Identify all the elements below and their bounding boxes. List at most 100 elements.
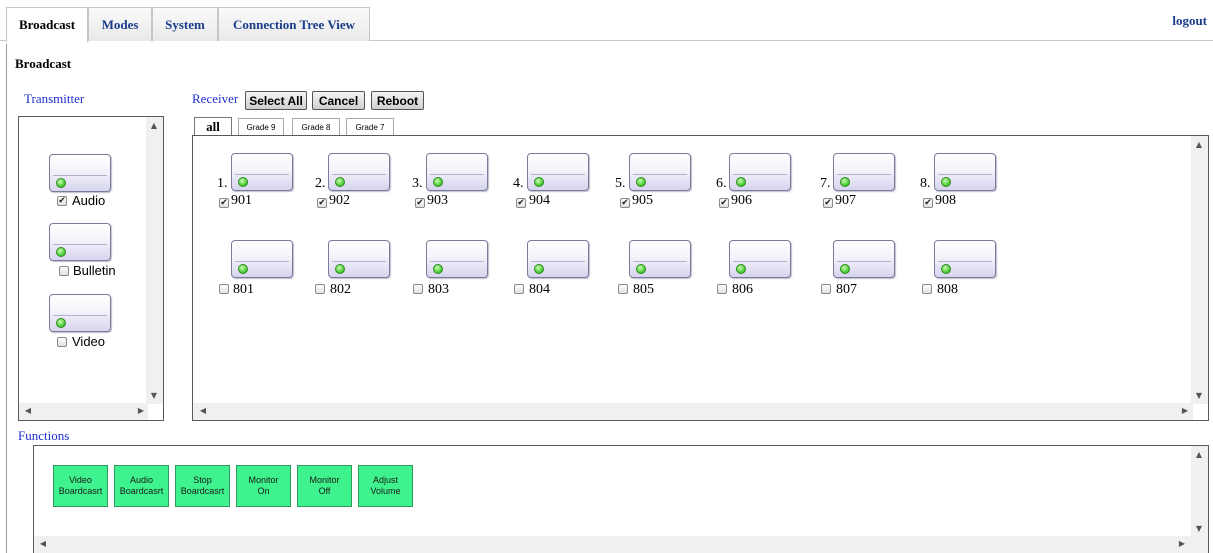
receiver-checkbox-804[interactable] (514, 284, 524, 294)
receiver-checkbox-908[interactable]: ✔ (923, 198, 933, 208)
scroll-down-arrow-icon[interactable]: ▼ (1193, 391, 1205, 400)
adjust-volume-button[interactable]: Adjust Volume (358, 465, 413, 507)
receiver-number: 1. (217, 176, 228, 191)
select-all-button[interactable]: Select All (245, 91, 307, 110)
transmitter-device-video[interactable] (49, 294, 111, 332)
receiver-checkbox-904[interactable]: ✔ (516, 198, 526, 208)
receiver-number: 5. (615, 176, 626, 191)
transmitter-panel[interactable]: ▲ ▼ ◀ ▶ ✔ Audio Bulletin Video (18, 116, 164, 421)
transmitter-device-audio[interactable] (49, 154, 111, 192)
receiver-device-903[interactable] (426, 153, 488, 191)
reboot-button[interactable]: Reboot (371, 91, 424, 110)
page-title: Broadcast (15, 56, 72, 71)
monitor-on-button[interactable]: Monitor On (236, 465, 291, 507)
transmitter-device-bulletin[interactable] (49, 223, 111, 261)
scroll-down-arrow-icon[interactable]: ▼ (1193, 524, 1205, 533)
audio-broadcast-button[interactable]: Audio Boardcasrt (114, 465, 169, 507)
cancel-button[interactable]: Cancel (312, 91, 365, 110)
status-led-icon (736, 177, 746, 187)
button-line-2: On (257, 486, 270, 496)
receiver-device-901[interactable] (231, 153, 293, 191)
bulletin-checkbox[interactable] (59, 266, 69, 276)
scroll-right-arrow-icon[interactable]: ▶ (1179, 406, 1191, 415)
status-led-icon (636, 177, 646, 187)
receiver-device-803[interactable] (426, 240, 488, 278)
receiver-device-905[interactable] (629, 153, 691, 191)
button-line-1: Monitor (309, 475, 340, 485)
video-checkbox[interactable] (57, 337, 67, 347)
scroll-left-arrow-icon[interactable]: ◀ (22, 406, 34, 415)
receiver-device-907[interactable] (833, 153, 895, 191)
receiver-checkbox-808[interactable] (922, 284, 932, 294)
receiver-checkbox-807[interactable] (821, 284, 831, 294)
receiver-checkbox-906[interactable]: ✔ (719, 198, 729, 208)
transmitter-vertical-scrollbar[interactable]: ▲ ▼ (146, 117, 163, 404)
receiver-device-805[interactable] (629, 240, 691, 278)
receiver-horizontal-scrollbar[interactable]: ◀ ▶ (193, 403, 1193, 420)
receiver-number: 3. (412, 176, 423, 191)
receiver-checkbox-802[interactable] (315, 284, 325, 294)
scroll-right-arrow-icon[interactable]: ▶ (135, 406, 147, 415)
receiver-device-807[interactable] (833, 240, 895, 278)
receiver-vertical-scrollbar[interactable]: ▲ ▼ (1191, 136, 1208, 404)
scroll-up-arrow-icon[interactable]: ▲ (1193, 450, 1205, 459)
button-line-1: Audio (129, 475, 154, 485)
receiver-device-806[interactable] (729, 240, 791, 278)
functions-horizontal-scrollbar[interactable]: ◀ ▶ (34, 536, 1193, 553)
group-tab-grade-9[interactable]: Grade 9 (238, 118, 284, 135)
status-led-icon (433, 264, 443, 274)
audio-checkbox[interactable]: ✔ (57, 196, 67, 206)
group-tab-all[interactable]: all (194, 117, 232, 136)
scroll-up-arrow-icon[interactable]: ▲ (1193, 140, 1205, 149)
receiver-device-904[interactable] (527, 153, 589, 191)
receiver-device-906[interactable] (729, 153, 791, 191)
status-led-icon (56, 318, 66, 328)
bulletin-label: Bulletin (73, 263, 116, 278)
functions-vertical-scrollbar[interactable]: ▲ ▼ (1191, 446, 1208, 553)
receiver-device-908[interactable] (934, 153, 996, 191)
receiver-checkbox-907[interactable]: ✔ (823, 198, 833, 208)
group-tab-grade-8[interactable]: Grade 8 (292, 118, 340, 135)
top-tab-bar: Broadcast Modes System Connection Tree V… (0, 0, 1213, 42)
receiver-device-804[interactable] (527, 240, 589, 278)
status-led-icon (941, 264, 951, 274)
receiver-checkbox-805[interactable] (618, 284, 628, 294)
receiver-checkbox-803[interactable] (413, 284, 423, 294)
video-broadcast-button[interactable]: Video Boardcasrt (53, 465, 108, 507)
scroll-up-arrow-icon[interactable]: ▲ (148, 121, 160, 130)
receiver-device-802[interactable] (328, 240, 390, 278)
receiver-checkbox-903[interactable]: ✔ (415, 198, 425, 208)
receiver-checkbox-801[interactable] (219, 284, 229, 294)
receiver-checkbox-902[interactable]: ✔ (317, 198, 327, 208)
logout-link[interactable]: logout (1172, 13, 1207, 29)
scroll-left-arrow-icon[interactable]: ◀ (197, 406, 209, 415)
receiver-device-801[interactable] (231, 240, 293, 278)
receiver-checkbox-905[interactable]: ✔ (620, 198, 630, 208)
scroll-down-arrow-icon[interactable]: ▼ (148, 391, 160, 400)
tab-modes[interactable]: Modes (88, 7, 152, 41)
receiver-checkbox-901[interactable]: ✔ (219, 198, 229, 208)
receiver-label-903: 903 (427, 193, 448, 208)
transmitter-horizontal-scrollbar[interactable]: ◀ ▶ (19, 403, 148, 420)
receiver-label-803: 803 (428, 282, 449, 297)
stop-broadcast-button[interactable]: Stop Boardcasrt (175, 465, 230, 507)
receiver-number: 8. (920, 176, 931, 191)
scroll-left-arrow-icon[interactable]: ◀ (37, 539, 49, 548)
status-led-icon (335, 264, 345, 274)
receiver-label-901: 901 (231, 193, 252, 208)
receiver-device-808[interactable] (934, 240, 996, 278)
receiver-label-808: 808 (937, 282, 958, 297)
transmitter-label: Transmitter (24, 91, 85, 106)
group-tab-grade-7[interactable]: Grade 7 (346, 118, 394, 135)
scroll-right-arrow-icon[interactable]: ▶ (1176, 539, 1188, 548)
receiver-panel[interactable]: ▲ ▼ ◀ ▶ 1. ✔ 901 2. ✔ 902 3. ✔ 903 4. ✔ … (192, 135, 1209, 421)
receiver-label-905: 905 (632, 193, 653, 208)
tab-system[interactable]: System (152, 7, 218, 41)
receiver-checkbox-806[interactable] (717, 284, 727, 294)
receiver-device-902[interactable] (328, 153, 390, 191)
monitor-off-button[interactable]: Monitor Off (297, 465, 352, 507)
tab-broadcast[interactable]: Broadcast (6, 7, 88, 42)
status-led-icon (335, 177, 345, 187)
button-line-1: Adjust (372, 475, 398, 485)
tab-connection-tree-view[interactable]: Connection Tree View (218, 7, 370, 41)
